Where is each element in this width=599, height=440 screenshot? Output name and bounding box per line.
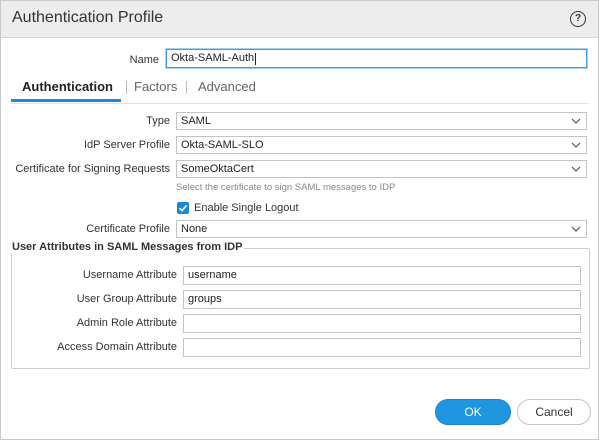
username-attribute-value: username: [188, 269, 237, 281]
active-tab-indicator: [11, 99, 121, 102]
chevron-down-icon: [571, 226, 581, 232]
help-icon[interactable]: ?: [570, 11, 586, 27]
chevron-down-icon: [571, 166, 581, 172]
cert-signing-label: Certificate for Signing Requests: [15, 163, 170, 175]
access-domain-attribute-label: Access Domain Attribute: [57, 341, 177, 353]
cert-signing-select[interactable]: SomeOktaCert: [176, 160, 587, 178]
cert-profile-select[interactable]: None: [176, 220, 587, 238]
admin-role-attribute-label: Admin Role Attribute: [76, 317, 177, 329]
user-group-attribute-value: groups: [188, 293, 222, 305]
type-select[interactable]: SAML: [176, 112, 587, 130]
cancel-button[interactable]: Cancel: [517, 399, 591, 425]
tab-authentication[interactable]: Authentication: [22, 79, 113, 94]
idp-server-profile-select[interactable]: Okta-SAML-SLO: [176, 136, 587, 154]
user-group-attribute-input[interactable]: groups: [183, 290, 581, 309]
single-logout-checkbox[interactable]: [177, 202, 189, 214]
user-group-attribute-label: User Group Attribute: [76, 293, 177, 305]
idp-server-profile-label: IdP Server Profile: [83, 139, 170, 151]
username-attribute-input[interactable]: username: [183, 266, 581, 285]
cert-signing-hint: Select the certificate to sign SAML mess…: [176, 182, 396, 193]
name-input[interactable]: Okta-SAML-Auth: [166, 49, 587, 68]
dialog-title: Authentication Profile: [12, 9, 164, 26]
authentication-profile-dialog: Authentication Profile ? Name Okta-SAML-…: [0, 0, 599, 440]
chevron-down-icon: [571, 142, 581, 148]
text-caret: [255, 53, 256, 65]
user-attributes-legend: User Attributes in SAML Messages from ID…: [10, 241, 245, 253]
tab-bar: Authentication Factors Advanced: [11, 73, 589, 104]
cert-profile-label: Certificate Profile: [86, 223, 170, 235]
dialog-titlebar: Authentication Profile ?: [1, 1, 598, 38]
cert-signing-value: SomeOktaCert: [181, 163, 254, 175]
type-select-value: SAML: [181, 115, 211, 127]
tab-separator: [126, 81, 127, 94]
admin-role-attribute-input[interactable]: [183, 314, 581, 333]
username-attribute-label: Username Attribute: [82, 269, 177, 281]
name-input-value: Okta-SAML-Auth: [171, 52, 255, 64]
single-logout-label[interactable]: Enable Single Logout: [194, 202, 299, 214]
name-label: Name: [129, 54, 159, 66]
tab-separator: [186, 81, 187, 94]
chevron-down-icon: [571, 118, 581, 124]
type-label: Type: [146, 115, 170, 127]
ok-button[interactable]: OK: [435, 399, 511, 425]
idp-server-profile-value: Okta-SAML-SLO: [181, 139, 264, 151]
tab-advanced[interactable]: Advanced: [198, 79, 256, 94]
access-domain-attribute-input[interactable]: [183, 338, 581, 357]
cert-profile-value: None: [181, 223, 208, 235]
checkmark-icon: [178, 204, 188, 212]
tab-factors[interactable]: Factors: [134, 79, 177, 94]
